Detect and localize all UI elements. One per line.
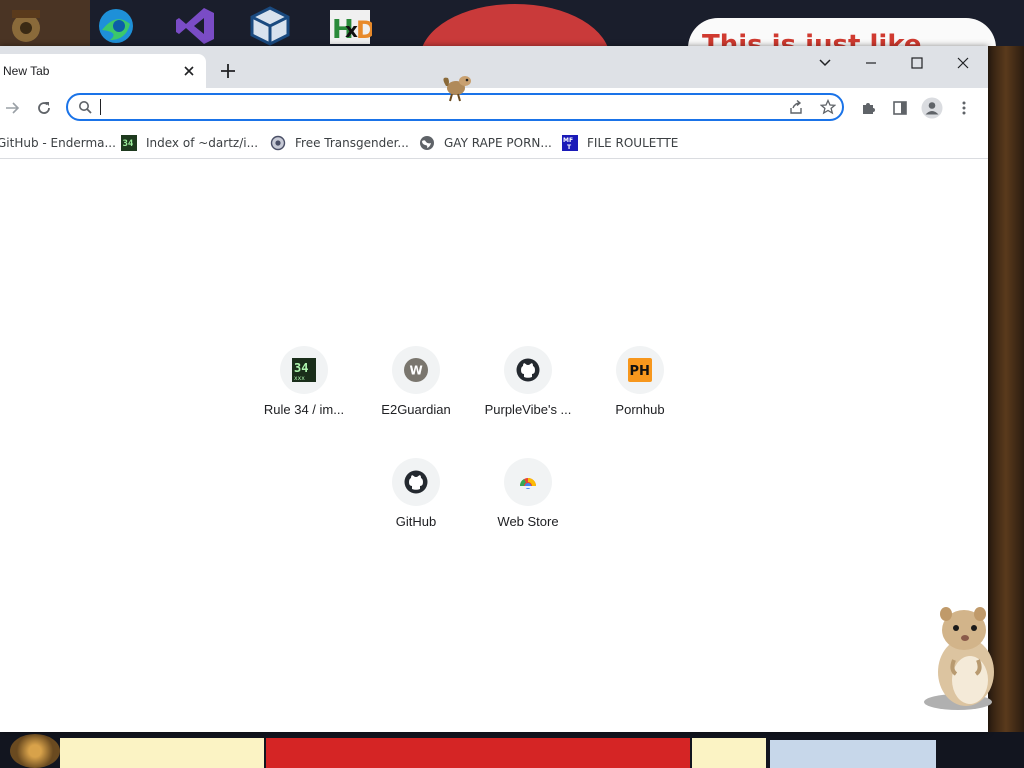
star-icon[interactable] (820, 99, 836, 115)
file-roulette-icon: MF T (562, 135, 578, 151)
bookmarks-bar: GitHub - Enderma... 34 Index of ~dartz/i… (0, 128, 988, 159)
bookmark-label: FILE ROULETTE (587, 136, 679, 150)
reload-icon (38, 102, 50, 114)
arrow-right-icon (6, 102, 20, 114)
pornhub-icon: PH (616, 346, 664, 394)
maximize-button[interactable] (903, 52, 931, 74)
svg-text:W: W (410, 364, 423, 378)
shortcut-tile-purplevibe[interactable]: PurpleVibe's ... (472, 346, 584, 450)
svg-text:34: 34 (123, 139, 134, 149)
svg-text:34: 34 (294, 361, 308, 375)
bookmark-file-roulette[interactable]: MF T FILE ROULETTE (562, 132, 678, 154)
search-icon (79, 101, 92, 114)
extensions-button[interactable] (856, 96, 880, 120)
reload-button[interactable] (32, 96, 56, 120)
shortcut-label: Web Store (497, 514, 559, 529)
shortcut-label: PurpleVibe's ... (484, 402, 572, 417)
bookmark-free-transgender[interactable]: Free Transgender... (270, 132, 409, 154)
bookmark-label: Index of ~dartz/i... (146, 136, 259, 150)
svg-text:PH: PH (630, 364, 650, 379)
shortcut-tile-web-store[interactable]: Web Store (472, 458, 584, 562)
tab-title: New Tab (3, 64, 50, 78)
profile-button[interactable] (920, 96, 944, 120)
side-panel-button[interactable] (888, 96, 912, 120)
kebab-menu-icon (962, 101, 966, 115)
rule34-icon: 34 xxx (280, 346, 328, 394)
bookmark-github[interactable]: GitHub - Enderma... (0, 132, 116, 154)
github-icon (392, 458, 440, 506)
tab-strip: New Tab (0, 46, 988, 88)
steampunk-app-icon[interactable] (2, 6, 50, 46)
close-icon[interactable] (181, 63, 197, 79)
share-icon[interactable] (788, 99, 804, 115)
edge-icon[interactable] (92, 6, 140, 46)
bookmark-icon (270, 135, 286, 151)
menu-button[interactable] (952, 96, 976, 120)
bottom-panel-yellow-2 (692, 738, 766, 768)
new-tab-page: 34 xxx Rule 34 / im... W E2Guardian Purpl… (0, 159, 988, 732)
globe-icon (419, 135, 435, 151)
tab-search-button[interactable] (811, 52, 839, 74)
shortcut-tile-pornhub[interactable]: PH Pornhub (584, 346, 696, 450)
shortcut-label: GitHub (395, 514, 437, 529)
bookmark-label: GAY RAPE PORN... (444, 136, 552, 150)
bookmark-index-of-dartz[interactable]: 34 Index of ~dartz/i... (121, 132, 258, 154)
svg-text:MF: MF (563, 137, 573, 144)
shortcut-label: E2Guardian (381, 402, 451, 417)
minimize-button[interactable] (857, 52, 885, 74)
virtualbox-icon[interactable] (246, 6, 294, 46)
github-icon (504, 346, 552, 394)
bookmark-globe[interactable]: GAY RAPE PORN... (419, 132, 552, 154)
squirrel-sticker (443, 76, 471, 102)
new-tab-button[interactable] (218, 61, 238, 81)
shortcut-tile-rule34[interactable]: 34 xxx Rule 34 / im... (248, 346, 360, 450)
avatar-icon (921, 97, 943, 119)
tab-new-tab[interactable]: New Tab (0, 54, 206, 88)
shortcut-tile-e2guardian[interactable]: W E2Guardian (360, 346, 472, 450)
text-caret (100, 99, 101, 115)
rule34-icon: 34 (121, 135, 137, 151)
gear-icon[interactable] (10, 734, 60, 768)
shortcut-label: Pornhub (615, 402, 665, 417)
hxd-icon[interactable]: HxD (326, 6, 374, 46)
window-close-button[interactable] (949, 52, 977, 74)
shortcut-label: Rule 34 / im... (263, 402, 345, 417)
puzzle-icon (863, 103, 875, 114)
hamster-sticker (924, 607, 994, 710)
web-store-icon (504, 458, 552, 506)
visual-studio-icon[interactable] (172, 6, 220, 46)
browser-toolbar (0, 88, 988, 128)
bottom-panel-red (266, 738, 690, 768)
side-panel-icon (893, 101, 907, 115)
e2guardian-icon: W (392, 346, 440, 394)
bookmark-label: Free Transgender... (295, 136, 409, 150)
bookmark-label: GitHub - Enderma... (0, 136, 116, 150)
shortcut-tile-github[interactable]: GitHub (360, 458, 472, 562)
forward-button[interactable] (0, 96, 24, 120)
bottom-panel-yellow (60, 738, 264, 768)
svg-text:D: D (356, 16, 372, 44)
svg-text:xxx: xxx (294, 375, 305, 382)
bottom-panel-blue (770, 740, 936, 768)
browser-window: New Tab GitHub - Enderma... 34 Index of … (0, 46, 988, 732)
